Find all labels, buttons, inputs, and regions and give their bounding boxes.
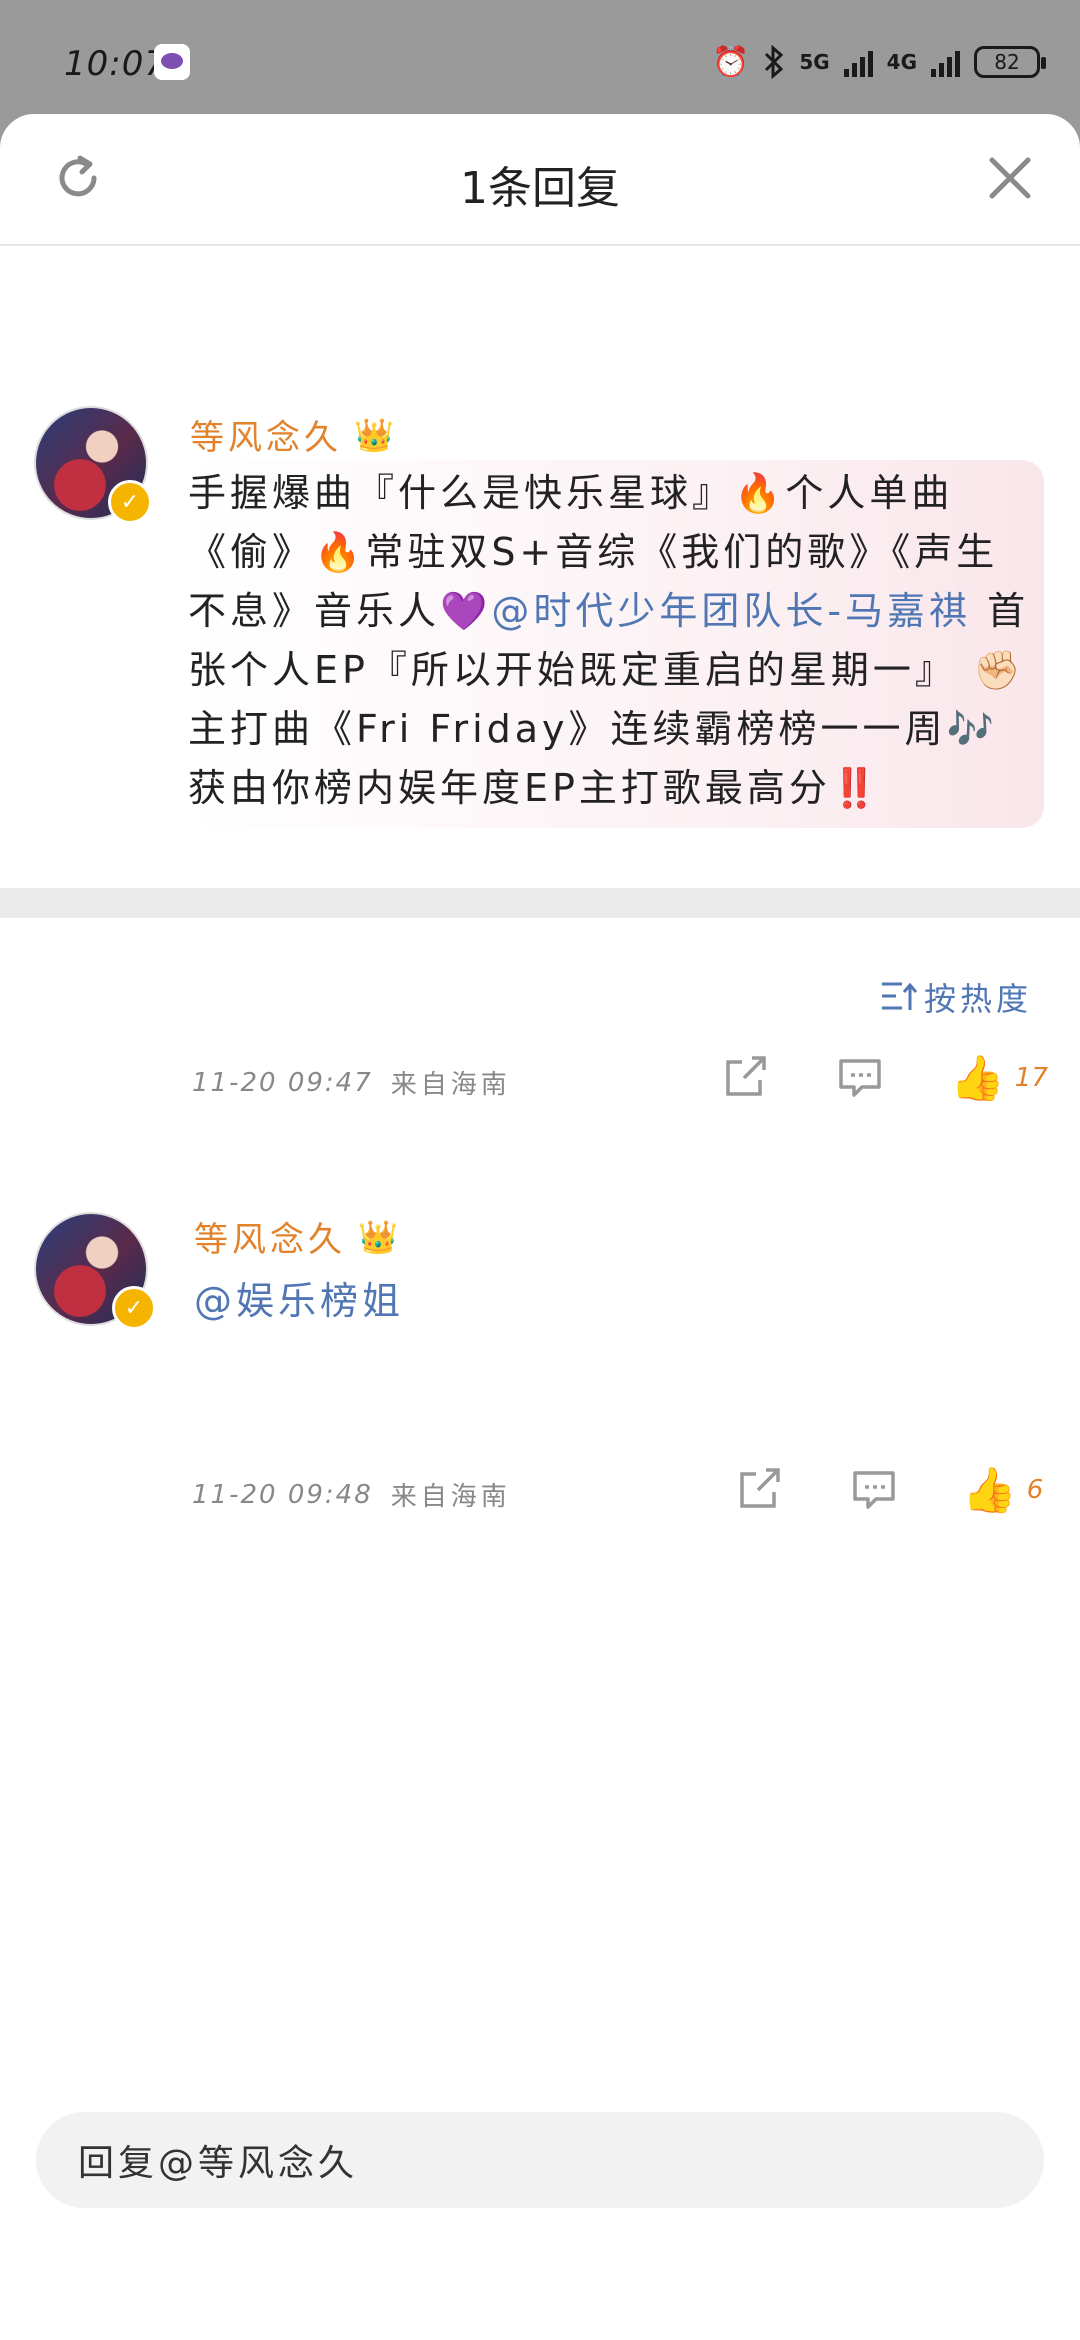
thumbs-up-icon: 👍 <box>950 1053 1005 1104</box>
like-count: 17 <box>1014 1063 1048 1093</box>
status-time: 10:07 <box>64 44 167 84</box>
comment-location: 来自海南 <box>390 1070 511 1100</box>
verified-badge-icon: ✓ <box>108 480 152 524</box>
share-icon <box>740 1468 780 1508</box>
close-icon <box>989 157 1031 199</box>
comment-text: 手握爆曲『什么是快乐星球』🔥个人单曲《偷》🔥常驻双S+音综《我们的歌》《声生不息… <box>188 464 1032 818</box>
comment-time: 11-20 09:47 <box>192 1067 373 1098</box>
status-indicators: ⏰ 5G 4G 82 <box>711 40 1046 84</box>
bluetooth-icon <box>765 45 784 79</box>
mention-link[interactable]: @时代少年团队长-马嘉祺 <box>491 589 971 633</box>
reply-time: 11-20 09:48 <box>192 1479 373 1510</box>
reply-location: 来自海南 <box>390 1482 511 1512</box>
thumbs-up-icon: 👍 <box>962 1465 1017 1516</box>
share-button[interactable] <box>722 1054 768 1100</box>
close-button[interactable] <box>980 148 1040 208</box>
reply-button[interactable] <box>836 1056 884 1100</box>
sort-icon <box>881 982 918 1010</box>
reply-mention[interactable]: @娱乐榜姐 <box>194 1270 404 1325</box>
status-bar: 10:07 ⏰ 5G 4G 82 <box>0 0 1080 110</box>
comment-bubble: 手握爆曲『什么是快乐星球』🔥个人单曲《偷》🔥常驻双S+音综《我们的歌》《声生不息… <box>188 460 1044 828</box>
comment-icon <box>839 1059 881 1097</box>
reply-crown-icon: 👑 <box>358 1217 398 1256</box>
sort-toggle[interactable]: 按热度 <box>880 974 1032 1020</box>
reply-meta: 11-20 09:48 来自海南 <box>192 1476 511 1513</box>
network-5g-label: 5G <box>799 50 830 74</box>
reply-like-count: 6 <box>1026 1475 1044 1505</box>
replies-sheet: 1条回复 ✓ 等风念久 👑 手握爆曲『什么是快乐星球』🔥个人单曲《偷》🔥常驻双S… <box>0 114 1080 2340</box>
reply-username[interactable]: 等风念久 <box>194 1212 346 1261</box>
network-4g-label: 4G <box>886 50 917 74</box>
comment-username[interactable]: 等风念久 <box>190 410 342 459</box>
share-icon <box>726 1056 766 1096</box>
crown-icon: 👑 <box>354 415 394 454</box>
sort-label: 按热度 <box>923 980 1032 1018</box>
reply-like-button[interactable]: 👍 6 <box>962 1464 1043 1516</box>
signal-4g-icon <box>931 47 960 77</box>
reply-verified-badge-icon: ✓ <box>112 1286 156 1330</box>
reply-user-row: 等风念久 👑 <box>194 1212 398 1261</box>
reply-input-placeholder: 回复@等风念久 <box>78 2143 359 2184</box>
battery-level: 82 <box>994 50 1020 74</box>
reply-reply-button[interactable] <box>850 1468 898 1512</box>
sheet-header: 1条回复 <box>0 114 1080 246</box>
app-notification-icon <box>154 44 190 80</box>
alarm-icon: ⏰ <box>711 44 750 80</box>
like-button[interactable]: 👍 17 <box>950 1052 1048 1104</box>
reply-share-button[interactable] <box>736 1466 782 1512</box>
comment-icon <box>853 1471 895 1509</box>
comment-user-row: 等风念久 👑 <box>190 410 394 459</box>
reply-input[interactable]: 回复@等风念久 <box>36 2112 1044 2208</box>
comment-meta: 11-20 09:47 来自海南 <box>192 1064 511 1101</box>
signal-5g-icon <box>843 47 873 77</box>
battery-icon: 82 <box>974 46 1046 78</box>
sheet-title: 1条回复 <box>460 163 620 214</box>
section-divider <box>0 888 1080 918</box>
